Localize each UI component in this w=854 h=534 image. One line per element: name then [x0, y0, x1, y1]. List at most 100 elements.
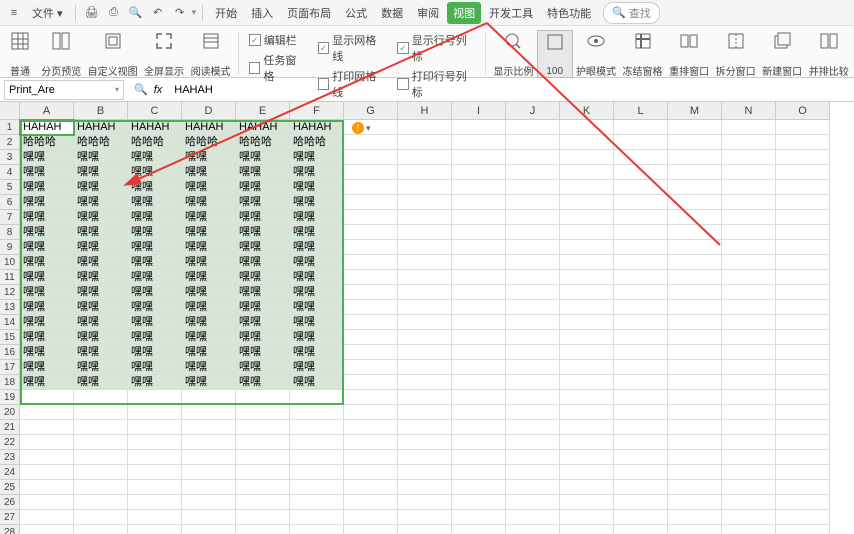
cell[interactable] [614, 510, 668, 525]
cell[interactable]: 嘿嘿 [236, 195, 290, 210]
row-header[interactable]: 18 [0, 375, 20, 390]
cell[interactable] [506, 420, 560, 435]
check-show-headings[interactable]: 显示行号列标 [397, 32, 475, 64]
cell[interactable] [668, 345, 722, 360]
cell[interactable] [776, 405, 830, 420]
cell[interactable]: 嘿嘿 [128, 270, 182, 285]
cell[interactable] [776, 165, 830, 180]
cell[interactable] [614, 495, 668, 510]
column-header[interactable]: K [560, 102, 614, 120]
cell[interactable] [614, 435, 668, 450]
cell[interactable] [560, 315, 614, 330]
cell[interactable] [182, 390, 236, 405]
row-header[interactable]: 7 [0, 210, 20, 225]
cell[interactable] [506, 195, 560, 210]
cell[interactable] [20, 405, 74, 420]
cell[interactable]: 嘿嘿 [236, 240, 290, 255]
cell[interactable] [668, 135, 722, 150]
column-header[interactable]: I [452, 102, 506, 120]
cell[interactable] [344, 390, 398, 405]
cell[interactable]: 嘿嘿 [74, 180, 128, 195]
cell[interactable] [722, 195, 776, 210]
cell[interactable] [776, 135, 830, 150]
cell[interactable] [398, 360, 452, 375]
cell[interactable] [776, 255, 830, 270]
cell[interactable]: 嘿嘿 [128, 210, 182, 225]
cell[interactable] [452, 510, 506, 525]
cell[interactable] [398, 180, 452, 195]
cell[interactable]: HAHAH [20, 120, 74, 135]
cell[interactable] [776, 345, 830, 360]
cell[interactable] [668, 270, 722, 285]
cell[interactable] [668, 420, 722, 435]
cell[interactable] [128, 480, 182, 495]
cell[interactable]: 嘿嘿 [182, 225, 236, 240]
cell[interactable] [128, 510, 182, 525]
cell[interactable]: 嘿嘿 [236, 225, 290, 240]
cell[interactable] [452, 480, 506, 495]
cell[interactable] [614, 225, 668, 240]
cell[interactable]: 嘿嘿 [128, 255, 182, 270]
row-header[interactable]: 14 [0, 315, 20, 330]
cell[interactable] [506, 210, 560, 225]
cell[interactable] [344, 360, 398, 375]
cell[interactable] [506, 465, 560, 480]
cell[interactable] [614, 120, 668, 135]
cell[interactable]: 嘿嘿 [128, 345, 182, 360]
cell[interactable]: HAHAH [182, 120, 236, 135]
cell[interactable] [74, 420, 128, 435]
tab-developer[interactable]: 开发工具 [483, 2, 539, 24]
cell[interactable] [398, 120, 452, 135]
cell[interactable]: 嘿嘿 [74, 150, 128, 165]
cell[interactable] [236, 390, 290, 405]
cell[interactable] [776, 525, 830, 534]
cell[interactable] [776, 150, 830, 165]
cell[interactable] [74, 495, 128, 510]
cell[interactable] [722, 420, 776, 435]
cell[interactable] [452, 225, 506, 240]
row-header[interactable]: 10 [0, 255, 20, 270]
save-icon[interactable]: 🖨 [82, 3, 102, 23]
cell[interactable] [506, 495, 560, 510]
select-all-corner[interactable] [0, 102, 20, 120]
cell[interactable] [560, 480, 614, 495]
cell[interactable] [614, 195, 668, 210]
cell[interactable]: 嘿嘿 [128, 375, 182, 390]
tab-data[interactable]: 数据 [375, 2, 409, 24]
ribbon-custom-view[interactable]: 自定义视图 [85, 30, 141, 78]
cell[interactable]: HAHAH [236, 120, 290, 135]
column-header[interactable]: J [506, 102, 560, 120]
column-header[interactable]: F [290, 102, 344, 120]
cell[interactable] [344, 150, 398, 165]
cell[interactable]: 嘿嘿 [74, 285, 128, 300]
cell[interactable]: 嘿嘿 [290, 225, 344, 240]
cell[interactable] [776, 360, 830, 375]
cell[interactable] [344, 225, 398, 240]
column-header[interactable]: A [20, 102, 74, 120]
cell[interactable] [236, 495, 290, 510]
cell[interactable] [668, 165, 722, 180]
cell[interactable] [560, 300, 614, 315]
cell[interactable] [398, 300, 452, 315]
menu-icon[interactable]: ≡ [4, 3, 24, 23]
cell[interactable] [560, 195, 614, 210]
row-header[interactable]: 15 [0, 330, 20, 345]
cell[interactable] [74, 450, 128, 465]
row-header[interactable]: 1 [0, 120, 20, 135]
column-header[interactable]: L [614, 102, 668, 120]
cell[interactable] [776, 210, 830, 225]
cell[interactable] [668, 360, 722, 375]
cell[interactable] [560, 165, 614, 180]
column-header[interactable]: M [668, 102, 722, 120]
cell[interactable] [506, 120, 560, 135]
cell[interactable] [776, 195, 830, 210]
error-badge-icon[interactable]: ! [352, 122, 364, 134]
cell[interactable] [722, 210, 776, 225]
cell[interactable]: 嘿嘿 [74, 375, 128, 390]
cell[interactable]: 嘿嘿 [128, 360, 182, 375]
cell[interactable]: 嘿嘿 [20, 255, 74, 270]
cell[interactable] [344, 465, 398, 480]
cell[interactable] [344, 240, 398, 255]
cell[interactable] [506, 345, 560, 360]
check-formula-bar[interactable]: 编辑栏 [249, 32, 306, 48]
